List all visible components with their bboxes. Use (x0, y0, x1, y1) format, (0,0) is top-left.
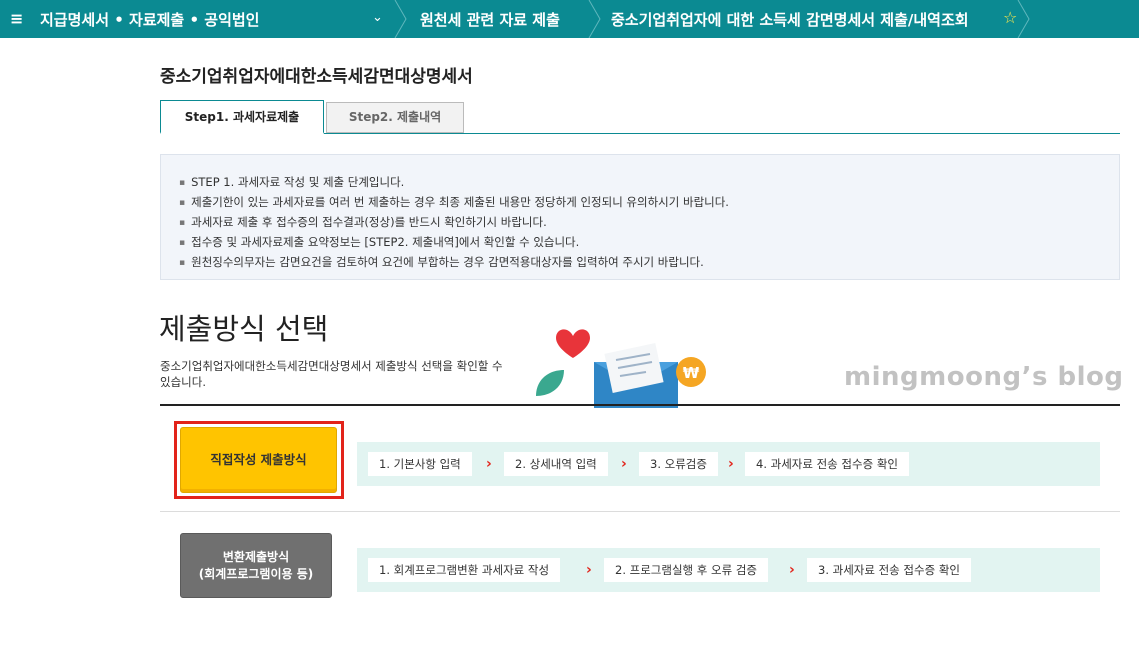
direct-entry-button[interactable]: 직접작성 제출방식 (180, 427, 337, 493)
breadcrumb-withholding[interactable]: 원천세 관련 자료 제출 (420, 9, 560, 30)
page-title: 중소기업취업자에대한소득세감면대상명세서 (160, 67, 473, 87)
flow-step: 4. 과세자료 전송 접수증 확인 (745, 452, 909, 476)
chevron-down-icon[interactable]: ⌄ (372, 10, 383, 25)
heart-icon (556, 329, 590, 358)
top-nav: ≡ 지급명세서 • 자료제출 • 공익법인 ⌄ 원천세 관련 자료 제출 중소기… (0, 0, 1139, 38)
submission-illustration: ₩ (536, 329, 706, 408)
won-coin-icon: ₩ (676, 357, 706, 387)
step-tabs: Step1. 과세자료제출 Step2. 제출내역 (160, 100, 1120, 134)
arrow-right-icon: › (728, 456, 734, 472)
direct-entry-flow: 1. 기본사항 입력 › 2. 상세내역 입력 › 3. 오류검증 › 4. 과… (357, 442, 1100, 486)
leaf-icon (536, 370, 564, 396)
arrow-right-icon: › (486, 456, 492, 472)
notice-item: 과세자료 제출 후 접수증의 접수결과(정상)를 반드시 확인하기시 바랍니다. (179, 213, 729, 233)
blog-watermark: mingmoong’s blog (844, 362, 1124, 392)
breadcrumb-current-page: 중소기업취업자에 대한 소득세 감면명세서 제출/내역조회 (611, 11, 969, 29)
conversion-submit-button[interactable]: 변환제출방식 (회계프로그램이용 등) (180, 533, 332, 598)
notice-box: STEP 1. 과세자료 작성 및 제출 단계입니다. 제출기한이 있는 과세자… (160, 154, 1120, 280)
breadcrumb-separator-icon (394, 0, 407, 38)
section-description: 중소기업취업자에대한소득세감면대상명세서 제출방식 선택을 확인할 수 있습니다… (160, 359, 503, 389)
notice-item: 접수증 및 과세자료제출 요약정보는 [STEP2. 제출내역]에서 확인할 수… (179, 233, 729, 253)
arrow-right-icon: › (586, 562, 592, 578)
flow-step: 2. 프로그램실행 후 오류 검증 (604, 558, 768, 582)
row-divider (160, 511, 1120, 512)
conversion-label-line1: 변환제출방식 (222, 550, 290, 564)
tab-step2[interactable]: Step2. 제출내역 (326, 102, 464, 133)
envelope-icon (594, 343, 678, 408)
arrow-right-icon: › (789, 562, 795, 578)
breadcrumb-separator-icon (588, 0, 601, 38)
flow-step: 1. 회계프로그램변환 과세자료 작성 (368, 558, 561, 582)
breadcrumb-separator-icon (1017, 0, 1030, 38)
notice-item: STEP 1. 과세자료 작성 및 제출 단계입니다. (179, 173, 729, 193)
flow-step: 2. 상세내역 입력 (504, 452, 608, 476)
section-title: 제출방식 선택 (159, 312, 329, 346)
conversion-label-line2: (회계프로그램이용 등) (198, 567, 314, 581)
flow-step: 3. 오류검증 (639, 452, 718, 476)
tab-step1[interactable]: Step1. 과세자료제출 (160, 100, 324, 134)
flow-step: 3. 과세자료 전송 접수증 확인 (807, 558, 971, 582)
notice-item: 제출기한이 있는 과세자료를 여러 번 제출하는 경우 최종 제출된 내용만 정… (179, 193, 729, 213)
flow-step: 1. 기본사항 입력 (368, 452, 472, 476)
svg-text:₩: ₩ (683, 364, 700, 382)
arrow-right-icon: › (621, 456, 627, 472)
notice-item: 원천징수의무자는 감면요건을 검토하여 요건에 부합하는 경우 감면적용대상자를… (179, 253, 729, 273)
menu-icon[interactable]: ≡ (10, 9, 23, 28)
conversion-flow: 1. 회계프로그램변환 과세자료 작성 › 2. 프로그램실행 후 오류 검증 … (357, 548, 1100, 592)
section-divider (160, 404, 1120, 406)
breadcrumb-category[interactable]: 지급명세서 • 자료제출 • 공익법인 (40, 9, 259, 30)
favorite-star-icon[interactable]: ☆ (1003, 8, 1017, 27)
